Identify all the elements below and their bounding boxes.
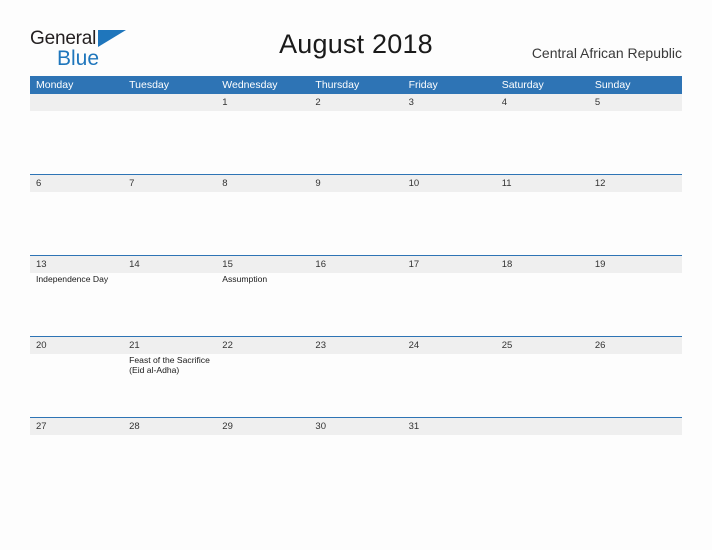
day-events: Independence Day: [36, 273, 118, 284]
day-number: 20: [36, 340, 47, 351]
calendar-day-cell[interactable]: 20: [30, 337, 123, 417]
calendar-day-cell[interactable]: 7: [123, 175, 216, 255]
calendar-day-cell[interactable]: 4: [496, 94, 589, 174]
calendar-week-row: 1 2 3 4 5: [30, 94, 682, 174]
day-number: 10: [408, 178, 420, 189]
day-number: 29: [222, 421, 233, 432]
calendar-week-row: 20 21 Feast of the Sacrifice (Eid al-Adha)…: [30, 336, 682, 417]
calendar-day-cell[interactable]: 12: [589, 175, 682, 255]
calendar-day-cell[interactable]: 10: [403, 175, 496, 255]
calendar-day-cell[interactable]: 5: [589, 94, 682, 174]
calendar-day-cell[interactable]: 13 Independence Day: [30, 256, 123, 336]
calendar-day-cell[interactable]: 2: [309, 94, 402, 174]
day-number: 23: [315, 340, 326, 351]
calendar-day-cell[interactable]: 29: [216, 418, 309, 440]
day-events: Feast of the Sacrifice (Eid al-Adha): [129, 354, 211, 376]
calendar-day-cell[interactable]: 6: [30, 175, 123, 255]
country-label: Central African Republic: [531, 45, 682, 61]
day-number: 16: [315, 259, 326, 270]
calendar-week-cells: 13 Independence Day 14 15 Assumption 16 17 18 19: [30, 256, 682, 336]
day-number: 9: [315, 178, 321, 189]
calendar-day-cell[interactable]: 1: [216, 94, 309, 174]
day-number: 5: [594, 97, 601, 108]
calendar-day-cell-empty: [123, 94, 216, 174]
day-number: 1: [222, 97, 228, 108]
calendar-day-cell[interactable]: 19: [589, 256, 682, 336]
weekday-header-thursday: Thursday: [315, 79, 360, 91]
calendar-page: General Blue August 2018 Central African…: [0, 0, 712, 550]
holiday-label: Assumption: [222, 274, 268, 284]
weekday-header-wednesday: Wednesday: [222, 79, 278, 91]
calendar-grid: Monday Tuesday Wednesday Thursday Friday…: [30, 76, 682, 440]
day-number: 25: [501, 340, 513, 351]
calendar-day-cell[interactable]: 22: [216, 337, 309, 417]
day-number: [36, 94, 118, 111]
day-number: 24: [408, 340, 420, 351]
day-number: 22: [222, 340, 233, 351]
day-number: 13: [36, 259, 47, 270]
day-number: 4: [501, 97, 507, 108]
day-number: 7: [129, 178, 135, 189]
page-header: General Blue August 2018 Central African…: [0, 0, 712, 76]
holiday-label: Independence Day: [36, 274, 109, 284]
day-number: 21: [129, 340, 140, 351]
calendar-day-cell[interactable]: 15 Assumption: [216, 256, 309, 336]
calendar-day-cell[interactable]: 3: [403, 94, 496, 174]
weekday-header-tuesday: Tuesday: [129, 79, 170, 91]
calendar-day-cell[interactable]: 8: [216, 175, 309, 255]
calendar-day-cell[interactable]: 24: [403, 337, 496, 417]
calendar-week-row: 27 28 29 30 31: [30, 417, 682, 440]
day-number: 18: [501, 259, 513, 270]
calendar-day-cell[interactable]: 9: [309, 175, 402, 255]
day-number: 15: [222, 259, 233, 270]
day-number: 12: [594, 178, 606, 189]
day-number: 19: [594, 259, 606, 270]
day-number: 30: [315, 421, 326, 432]
calendar-day-cell[interactable]: 26: [589, 337, 682, 417]
day-number: [595, 418, 677, 435]
calendar-week-cells: 27 28 29 30 31: [30, 418, 682, 440]
calendar-week-cells: 6 7 8 9 10 11 12: [30, 175, 682, 255]
calendar-day-cell[interactable]: 16: [309, 256, 402, 336]
calendar-day-cell-empty: [30, 94, 123, 174]
day-number: 6: [36, 178, 42, 189]
day-number: 27: [36, 421, 47, 432]
holiday-label: Feast of the Sacrifice (Eid al-Adha): [129, 355, 210, 376]
calendar-week-cells: 20 21 Feast of the Sacrifice (Eid al-Adha)…: [30, 337, 682, 417]
calendar-week-row: 6 7 8 9 10 11 12: [30, 174, 682, 255]
day-number: [129, 94, 211, 111]
calendar-day-cell[interactable]: 25: [496, 337, 589, 417]
day-events: Assumption: [222, 273, 304, 284]
weekday-header-monday: Monday: [36, 79, 74, 91]
calendar-week-cells: 1 2 3 4 5: [30, 94, 682, 174]
calendar-day-cell[interactable]: 11: [496, 175, 589, 255]
day-number: 11: [501, 178, 512, 189]
day-number: 14: [129, 259, 140, 270]
calendar-day-cell[interactable]: 23: [309, 337, 402, 417]
calendar-day-cell[interactable]: 21 Feast of the Sacrifice (Eid al-Adha): [123, 337, 216, 417]
calendar-weeks: 1 2 3 4 5 6 7 8 9 10 11 12 13 Independence Day 14 15 Ass…: [30, 94, 682, 440]
day-number: 8: [222, 178, 228, 189]
calendar-day-cell-empty: [496, 418, 589, 440]
calendar-day-cell[interactable]: 28: [123, 418, 216, 440]
weekday-header-row: Monday Tuesday Wednesday Thursday Friday…: [30, 76, 682, 94]
calendar-day-cell-empty: [589, 418, 682, 440]
calendar-day-cell[interactable]: 27: [30, 418, 123, 440]
weekday-header-sunday: Sunday: [594, 79, 631, 91]
day-number: 3: [408, 97, 414, 108]
calendar-day-cell[interactable]: 18: [496, 256, 589, 336]
calendar-day-cell[interactable]: 17: [403, 256, 496, 336]
day-number: [502, 418, 584, 435]
day-number: 31: [408, 421, 420, 432]
day-number: 17: [408, 259, 420, 270]
calendar-day-cell[interactable]: 30: [309, 418, 402, 440]
weekday-header-friday: Friday: [408, 79, 438, 91]
calendar-week-row: 13 Independence Day 14 15 Assumption 16 17 18 19: [30, 255, 682, 336]
calendar-day-cell[interactable]: 31: [403, 418, 496, 440]
weekday-header-saturday: Saturday: [501, 79, 544, 91]
calendar-day-cell[interactable]: 14: [123, 256, 216, 336]
day-number: 2: [315, 97, 321, 108]
day-number: 26: [594, 340, 606, 351]
day-number: 28: [129, 421, 140, 432]
